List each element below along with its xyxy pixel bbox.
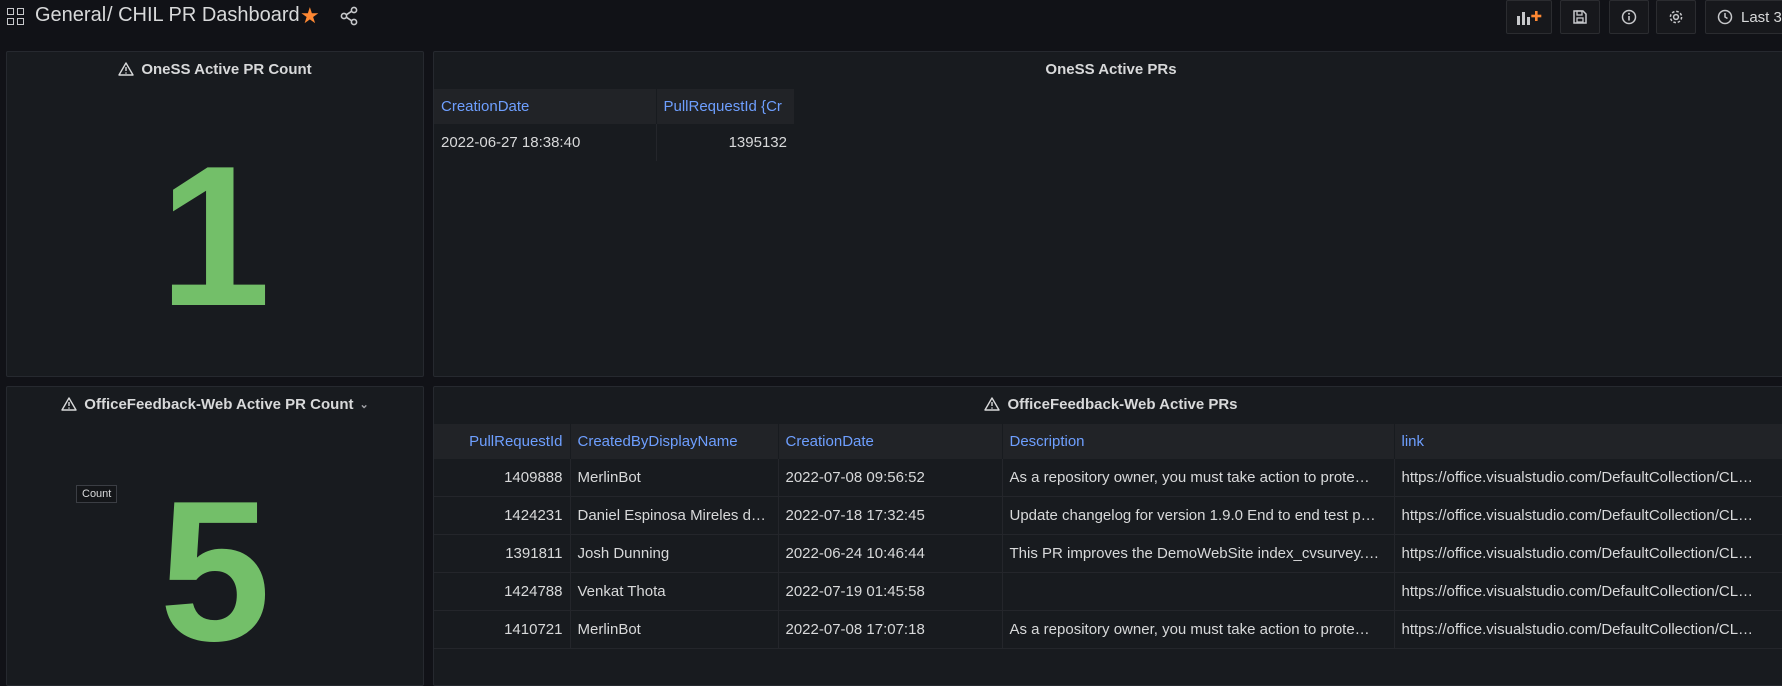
table-cell xyxy=(1002,572,1395,611)
table-cell: 1410721 xyxy=(434,610,571,649)
save-dashboard-button[interactable] xyxy=(1560,0,1600,34)
top-navbar: General / CHIL PR Dashboard ★ Last 3 xyxy=(0,0,1782,36)
column-header-link[interactable]: link xyxy=(1394,424,1782,459)
panel-header[interactable]: OfficeFeedback-Web Active PRs xyxy=(434,396,1782,413)
table-row: 1410721 MerlinBot 2022-07-08 17:07:18 As… xyxy=(434,610,1782,649)
table-cell: https://office.visualstudio.com/DefaultC… xyxy=(1394,534,1782,573)
panel-header[interactable]: OneSS Active PR Count xyxy=(7,61,423,78)
table-cell: 1391811 xyxy=(434,534,571,573)
apps-grid-icon[interactable] xyxy=(7,8,25,26)
table-row: 1391811 Josh Dunning 2022-06-24 10:46:44… xyxy=(434,534,1782,573)
oness-active-prs-panel: OneSS Active PRs CreationDate PullReques… xyxy=(433,51,1782,377)
panel-title: OfficeFeedback-Web Active PR Count xyxy=(84,396,354,413)
add-panel-icon xyxy=(1517,11,1542,25)
add-panel-button[interactable] xyxy=(1506,0,1552,34)
share-icon[interactable] xyxy=(340,6,360,26)
table-cell: 2022-07-19 01:45:58 xyxy=(778,572,1003,611)
table-cell: As a repository owner, you must take act… xyxy=(1002,610,1395,649)
table-cell: https://office.visualstudio.com/DefaultC… xyxy=(1394,496,1782,535)
table-cell: https://office.visualstudio.com/DefaultC… xyxy=(1394,459,1782,497)
table-cell: 1409888 xyxy=(434,459,571,497)
table-cell: 2022-06-24 10:46:44 xyxy=(778,534,1003,573)
table-cell: Daniel Espinosa Mireles d… xyxy=(570,496,779,535)
table-cell: Update changelog for version 1.9.0 End t… xyxy=(1002,496,1395,535)
oness-pr-count-panel: OneSS Active PR Count 1 xyxy=(6,51,424,377)
column-header-createdbydisplayname[interactable]: CreatedByDisplayName xyxy=(570,424,779,459)
column-header-creationdate[interactable]: CreationDate xyxy=(434,89,657,124)
clock-icon xyxy=(1717,9,1733,25)
oness-prs-table: CreationDate PullRequestId {Cr 2022-06-2… xyxy=(434,89,795,161)
officefeedback-pr-count-panel: OfficeFeedback-Web Active PR Count ⌄ Coun… xyxy=(6,386,424,686)
table-cell: MerlinBot xyxy=(570,610,779,649)
column-header-description[interactable]: Description xyxy=(1002,424,1395,459)
dashboard-settings-button[interactable] xyxy=(1656,0,1696,34)
column-header-pullrequestid[interactable]: PullRequestId xyxy=(434,424,571,459)
time-range-label: Last 3 xyxy=(1741,8,1782,26)
table-cell: As a repository owner, you must take act… xyxy=(1002,459,1395,497)
panel-title: OneSS Active PRs xyxy=(1045,61,1177,78)
gear-icon xyxy=(1669,10,1683,24)
table-row: 1424231 Daniel Espinosa Mireles d… 2022-… xyxy=(434,496,1782,535)
stat-value: 1 xyxy=(159,125,271,348)
table-cell: 1395132 xyxy=(728,134,787,151)
warning-icon[interactable] xyxy=(61,397,77,411)
warning-icon[interactable] xyxy=(118,62,135,76)
time-range-picker[interactable]: Last 3 xyxy=(1705,0,1782,34)
panel-title: OneSS Active PR Count xyxy=(141,61,312,78)
table-row: 2022-06-27 18:38:40 1395132 xyxy=(434,124,794,161)
column-header-creationdate[interactable]: CreationDate xyxy=(778,424,1003,459)
panel-header[interactable]: OfficeFeedback-Web Active PR Count ⌄ xyxy=(7,396,423,413)
chevron-down-icon[interactable]: ⌄ xyxy=(360,398,369,411)
table-cell: MerlinBot xyxy=(570,459,779,497)
panel-header[interactable]: OneSS Active PRs xyxy=(434,61,1782,78)
dashboard-title[interactable]: / CHIL PR Dashboard xyxy=(107,4,300,27)
table-row: 1409888 MerlinBot 2022-07-08 09:56:52 As… xyxy=(434,459,1782,497)
warning-icon[interactable] xyxy=(984,397,1001,411)
table-cell: This PR improves the DemoWebSite index_c… xyxy=(1002,534,1395,573)
stat-value: 5 xyxy=(159,460,271,683)
table-cell: 2022-07-18 17:32:45 xyxy=(778,496,1003,535)
column-header-pullrequestid[interactable]: PullRequestId {Cr xyxy=(656,89,795,124)
dashboard-info-button[interactable] xyxy=(1609,0,1649,34)
table-cell: https://office.visualstudio.com/DefaultC… xyxy=(1394,610,1782,649)
table-cell: 2022-07-08 09:56:52 xyxy=(778,459,1003,497)
save-icon xyxy=(1573,10,1587,24)
info-icon xyxy=(1621,9,1637,25)
table-cell: Venkat Thota xyxy=(570,572,779,611)
table-row: 1424788 Venkat Thota 2022-07-19 01:45:58… xyxy=(434,572,1782,611)
panel-title: OfficeFeedback-Web Active PRs xyxy=(1007,396,1238,413)
officefeedback-active-prs-panel: OfficeFeedback-Web Active PRs PullReques… xyxy=(433,386,1782,686)
table-cell: 2022-06-27 18:38:40 xyxy=(434,124,657,161)
table-cell: 1424231 xyxy=(434,496,571,535)
table-cell: 1424788 xyxy=(434,572,571,611)
star-icon[interactable]: ★ xyxy=(300,3,320,29)
table-cell: 2022-07-08 17:07:18 xyxy=(778,610,1003,649)
table-cell: https://office.visualstudio.com/DefaultC… xyxy=(1394,572,1782,611)
table-cell: Josh Dunning xyxy=(570,534,779,573)
officefeedback-prs-table: PullRequestId CreatedByDisplayName Creat… xyxy=(434,424,1782,649)
breadcrumb-folder[interactable]: General xyxy=(35,4,106,27)
